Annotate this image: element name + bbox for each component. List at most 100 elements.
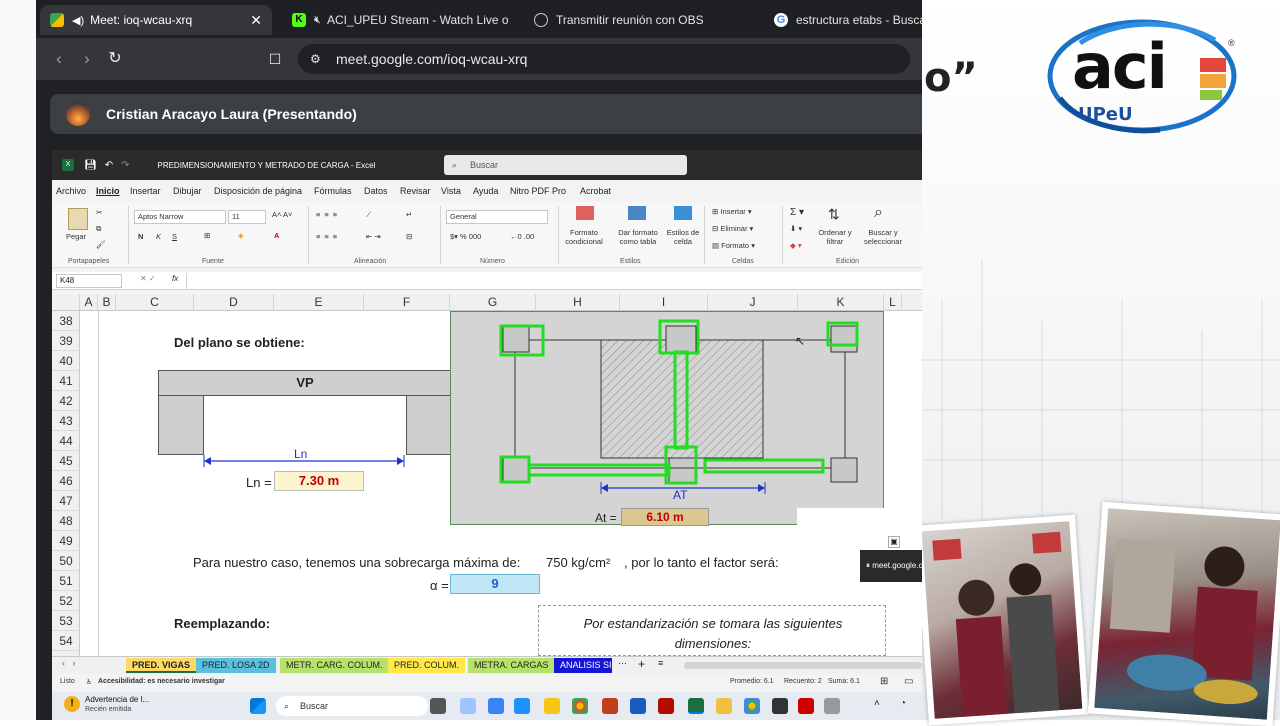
tab-google-search[interactable]: G estructura etabs - Buscar xyxy=(764,5,922,35)
bold-icon[interactable]: N xyxy=(138,232,143,241)
row-header[interactable]: 40 xyxy=(52,351,80,371)
sheet-tab-pred-vigas[interactable]: PRED. VIGAS xyxy=(126,658,197,673)
sheet-grid[interactable]: Del plano se obtiene: VP Ln Ln = 7.30 m xyxy=(80,311,922,656)
tab-disposicion[interactable]: Disposición de página xyxy=(214,186,302,196)
page-layout-icon[interactable]: ▭ xyxy=(904,676,913,687)
clear-icon[interactable]: ◆ ▾ xyxy=(790,241,802,250)
borders-icon[interactable]: ⊞ xyxy=(204,231,210,240)
back-icon[interactable]: ‹ xyxy=(48,48,70,70)
sort-filter-button[interactable]: Ordenar y filtrar xyxy=(814,228,856,246)
start-icon[interactable] xyxy=(250,698,266,714)
cut-icon[interactable]: ✂ xyxy=(96,208,102,217)
row-header[interactable]: 41 xyxy=(52,371,80,391)
tab-ayuda[interactable]: Ayuda xyxy=(473,186,498,196)
cell-at-value[interactable]: 6.10 m xyxy=(621,508,709,526)
conditional-format-icon[interactable] xyxy=(576,206,594,220)
font-size-select[interactable]: 11 xyxy=(228,210,266,224)
cell-styles-icon[interactable] xyxy=(674,206,692,220)
delete-cells-button[interactable]: ⊟ Eliminar ▾ xyxy=(712,224,753,233)
undo-icon[interactable]: ↶ xyxy=(105,160,113,171)
conditional-format-button[interactable]: Formato condicional xyxy=(558,228,610,246)
redo-icon[interactable]: ↷ xyxy=(121,160,129,171)
wrap-text-icon[interactable]: ↵ xyxy=(406,210,412,219)
tray-chevron-icon[interactable]: ˄ xyxy=(874,698,880,709)
tab-acrobat[interactable]: Acrobat xyxy=(580,186,611,196)
app-m-icon[interactable] xyxy=(716,698,732,714)
file-explorer-icon[interactable] xyxy=(544,698,560,714)
select-all-corner[interactable] xyxy=(52,294,80,311)
row-header[interactable]: 49 xyxy=(52,531,80,551)
row-header[interactable]: 46 xyxy=(52,471,80,491)
autosum-icon[interactable]: Σ ▾ xyxy=(790,207,804,218)
row-header[interactable]: 45 xyxy=(52,451,80,471)
sheet-tab-analisis[interactable]: ANALISIS SIS xyxy=(554,658,612,673)
forward-icon[interactable]: › xyxy=(76,48,98,70)
edge-icon[interactable] xyxy=(514,698,530,714)
network-icon[interactable]: ◔ xyxy=(900,698,906,709)
tab-nitro[interactable]: Nitro PDF Pro xyxy=(510,186,566,196)
excel-taskbar-icon[interactable] xyxy=(688,698,704,714)
col-header[interactable]: H xyxy=(536,294,620,311)
col-header[interactable]: A xyxy=(80,294,98,311)
table-format-button[interactable]: Dar formato como tabla xyxy=(612,228,664,246)
cell-styles-button[interactable]: Estilos de celda xyxy=(662,228,704,246)
italic-icon[interactable]: K xyxy=(156,232,161,241)
row-header[interactable]: 53 xyxy=(52,611,80,631)
find-select-button[interactable]: Buscar y seleccionar xyxy=(858,228,908,246)
sort-filter-icon[interactable]: ⇅ xyxy=(828,206,840,223)
row-header[interactable]: 39 xyxy=(52,331,80,351)
tab-inicio[interactable]: Inicio xyxy=(96,186,120,196)
reload-icon[interactable]: ↻ xyxy=(104,48,126,70)
copy-icon[interactable]: ⧉ xyxy=(96,224,101,234)
row-header[interactable]: 54 xyxy=(52,631,80,651)
find-icon[interactable]: ⌕ xyxy=(874,204,883,222)
app-icon[interactable] xyxy=(824,698,840,714)
tab-obs[interactable]: Transmitir reunión con OBS xyxy=(524,5,750,35)
tab-meet[interactable]: ◀) Meet: ioq-wcau-xrq ✕ xyxy=(40,5,272,35)
notification-title[interactable]: Advertencia de l... xyxy=(85,695,149,704)
insert-cells-button[interactable]: ⊞ Insertar ▾ xyxy=(712,207,752,216)
sheet-nav-icons[interactable]: ‹ › xyxy=(62,658,76,668)
col-header[interactable]: G xyxy=(450,294,536,311)
row-header[interactable]: 47 xyxy=(52,491,80,511)
sheet-tab-pred-colum[interactable]: PRED. COLUM. xyxy=(388,658,466,673)
meet-share-popup[interactable]: ⏸︎ meet.google.c xyxy=(860,550,922,582)
save-icon[interactable]: 💾︎ xyxy=(84,160,97,171)
tab-revisar[interactable]: Revisar xyxy=(400,186,431,196)
status-accessibility[interactable]: Accesibilidad: es necesario investigar xyxy=(98,678,225,685)
col-header[interactable]: K xyxy=(798,294,884,311)
tab-archivo[interactable]: Archivo xyxy=(56,186,86,196)
sheet-tab-metra-cargas[interactable]: METRA. CARGAS xyxy=(468,658,555,673)
merge-icon[interactable]: ⊟ xyxy=(406,232,412,241)
acrobat-icon[interactable] xyxy=(658,698,674,714)
row-header[interactable]: 44 xyxy=(52,431,80,451)
row-header[interactable]: 43 xyxy=(52,411,80,431)
tab-vista[interactable]: Vista xyxy=(441,186,461,196)
tab-dibujar[interactable]: Dibujar xyxy=(173,186,202,196)
tab-kick-stream[interactable]: K 🔇︎ ACI_UPEU Stream - Watch Live on xyxy=(282,5,508,35)
font-name-select[interactable]: Aptos Narrow xyxy=(134,210,226,224)
table-format-icon[interactable] xyxy=(628,206,646,220)
decimal-icons[interactable]: ←0 .00 xyxy=(510,232,534,241)
col-header[interactable]: F xyxy=(364,294,450,311)
row-header[interactable]: 38 xyxy=(52,311,80,331)
accessibility-icon[interactable]: ♿︎ xyxy=(86,678,92,686)
word-icon[interactable] xyxy=(630,698,646,714)
horizontal-align-icons[interactable]: ≡≡≡ xyxy=(316,232,341,241)
format-painter-icon[interactable]: 🖌︎ xyxy=(96,240,106,249)
cell-ln-value[interactable]: 7.30 m xyxy=(274,471,364,491)
col-header[interactable]: B xyxy=(98,294,116,311)
col-header[interactable]: E xyxy=(274,294,364,311)
site-settings-icon[interactable]: ⚙ xyxy=(310,44,321,74)
url-field[interactable]: ⚙ meet.google.com/ioq-wcau-xrq xyxy=(298,44,910,74)
obs-icon[interactable] xyxy=(772,698,788,714)
row-header[interactable]: 42 xyxy=(52,391,80,411)
cell-alpha-value[interactable]: 9 xyxy=(450,574,540,594)
tab-insertar[interactable]: Insertar xyxy=(130,186,161,196)
bookmark-icon[interactable]: ☐ xyxy=(264,48,286,70)
task-view-icon[interactable] xyxy=(430,698,446,714)
col-header[interactable]: C xyxy=(116,294,194,311)
name-box[interactable]: K48 xyxy=(56,274,122,288)
close-tab-icon[interactable]: ✕ xyxy=(250,12,262,29)
orientation-icon[interactable]: ⟋ xyxy=(366,210,371,220)
